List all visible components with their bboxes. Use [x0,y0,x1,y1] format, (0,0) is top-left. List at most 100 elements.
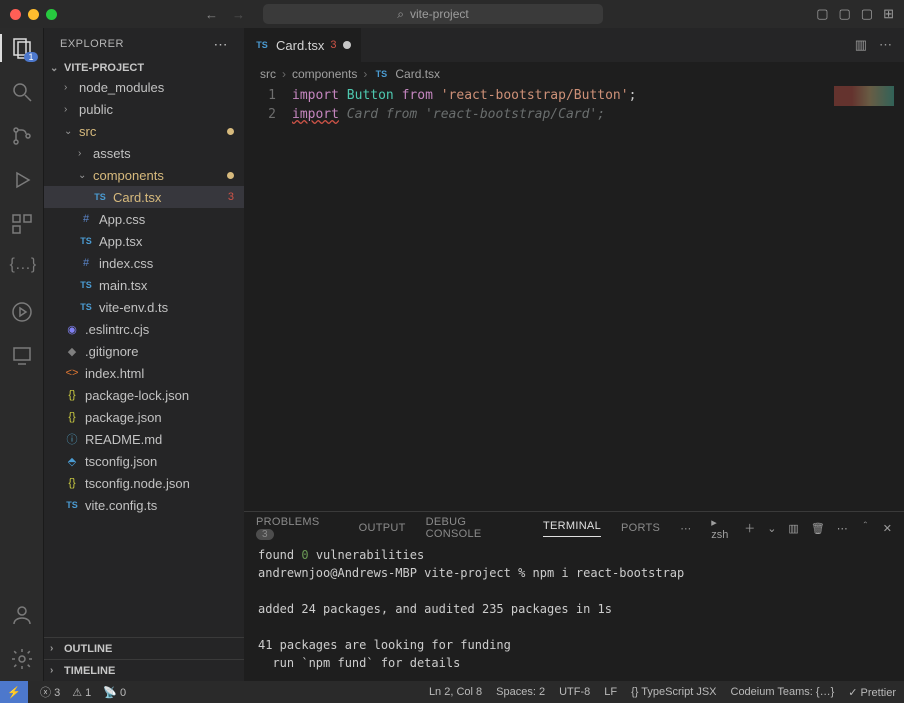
kill-terminal-icon[interactable]: 🗑 [811,522,825,535]
file-tsconfig-node[interactable]: {} tsconfig.node.json [44,472,244,494]
typescript-icon: TS [78,280,94,290]
breadcrumb-separator: › [282,67,286,81]
new-terminal-icon[interactable]: ＋ [744,520,755,536]
code-lines[interactable]: import Button from 'react-bootstrap/Butt… [292,86,904,511]
layout-sidebar-left-icon[interactable]: ▢ [816,6,828,22]
file-gitignore[interactable]: ◆ .gitignore [44,340,244,362]
maximize-panel-icon[interactable]: ＾ [860,520,871,536]
editor-content[interactable]: 1 2 import Button from 'react-bootstrap/… [244,86,904,511]
window-close[interactable] [10,9,21,20]
file-main-tsx[interactable]: TS main.tsx [44,274,244,296]
file-eslintrc[interactable]: ◉ .eslintrc.cjs [44,318,244,340]
json-icon: {} [64,477,80,489]
window-maximize[interactable] [46,9,57,20]
problems-badge: 3 [256,529,274,540]
activity-remote-icon[interactable] [10,344,34,368]
code-line[interactable]: import Card from 'react-bootstrap/Card'; [292,105,904,124]
css-icon: # [78,257,94,269]
tab-card-tsx[interactable]: TS Card.tsx 3 [244,28,362,62]
status-language[interactable]: {} TypeScript JSX [631,686,716,699]
status-warnings[interactable]: ⚠ 1 [72,686,91,699]
nav-back-icon[interactable]: ← [205,7,218,22]
editor-more-icon[interactable]: ⋯ [879,37,892,53]
tab-debug-console[interactable]: DEBUG CONSOLE [426,516,523,540]
layout-customize-icon[interactable]: ⊞ [883,6,894,22]
file-app-tsx[interactable]: TS App.tsx [44,230,244,252]
chevron-right-icon: › [64,104,74,115]
outline-label: OUTLINE [64,643,112,655]
split-terminal-icon[interactable]: ▥ [788,522,798,535]
code-line[interactable]: import Button from 'react-bootstrap/Butt… [292,86,904,105]
layout-panel-icon[interactable]: ▢ [839,6,851,22]
activity-extensions-icon[interactable] [10,212,34,236]
folder-components[interactable]: ⌄ components [44,164,244,186]
tab-problems[interactable]: PROBLEMS 3 [256,516,339,540]
breadcrumb-segment[interactable]: src [260,67,276,81]
folder-src[interactable]: ⌄ src [44,120,244,142]
window-minimize[interactable] [28,9,39,20]
status-cursor[interactable]: Ln 2, Col 8 [429,686,482,699]
breadcrumb[interactable]: src › components › TS Card.tsx [244,62,904,86]
split-editor-icon[interactable]: ▥ [855,37,867,53]
status-eol[interactable]: LF [604,686,617,699]
terminal-profile[interactable]: ▸ zsh [711,516,732,541]
tab-ports[interactable]: PORTS [621,522,660,534]
file-label: tsconfig.node.json [85,476,190,491]
typescript-icon: TS [78,302,94,312]
status-indentation[interactable]: Spaces: 2 [496,686,545,699]
line-number: 1 [244,86,276,105]
activity-search-icon[interactable] [10,80,34,104]
activity-accounts-icon[interactable] [10,603,34,627]
file-tsconfig[interactable]: ⬘ tsconfig.json [44,450,244,472]
file-vite-config[interactable]: TS vite.config.ts [44,494,244,516]
file-index-html[interactable]: <> index.html [44,362,244,384]
file-readme[interactable]: ⓘ README.md [44,428,244,450]
command-center[interactable]: ⌕ vite-project [263,4,603,24]
terminal-output[interactable]: found 0 vulnerabilities andrewnjoo@Andre… [244,544,904,681]
activity-git-icon[interactable] [10,124,34,148]
breadcrumb-segment[interactable]: components [292,67,357,81]
status-encoding[interactable]: UTF-8 [559,686,590,699]
panel-more-icon[interactable]: ⋯ [680,522,691,535]
file-vite-env[interactable]: TS vite-env.d.ts [44,296,244,318]
breadcrumb-segment[interactable]: Card.tsx [395,67,440,81]
minimap[interactable] [834,86,894,106]
file-card-tsx[interactable]: TS Card.tsx 3 [44,186,244,208]
file-label: package-lock.json [85,388,189,403]
nav-forward-icon[interactable]: → [232,7,245,22]
activity-live-icon[interactable] [10,300,34,324]
terminal-dropdown-icon[interactable]: ⌄ [767,522,776,535]
status-radio[interactable]: 📡 0 [103,686,126,699]
folder-node-modules[interactable]: › node_modules [44,76,244,98]
project-root[interactable]: ⌄ VITE-PROJECT [44,60,244,76]
folder-assets[interactable]: › assets [44,142,244,164]
activity-json-icon[interactable]: {…} [10,256,34,280]
explorer-header: EXPLORER ⋯ [44,28,244,60]
close-panel-icon[interactable]: ✕ [883,522,892,535]
file-app-css[interactable]: # App.css [44,208,244,230]
folder-public[interactable]: › public [44,98,244,120]
file-label: index.css [99,256,153,271]
timeline-section[interactable]: › TIMELINE [44,659,244,681]
tab-output[interactable]: OUTPUT [359,522,406,534]
explorer-title: EXPLORER [60,38,124,50]
explorer-more-icon[interactable]: ⋯ [214,36,229,53]
activity-explorer-icon[interactable]: 1 [10,36,34,60]
file-index-css[interactable]: # index.css [44,252,244,274]
remote-indicator[interactable]: ⚡ [0,681,28,703]
chevron-down-icon: ⌄ [64,126,74,137]
outline-section[interactable]: › OUTLINE [44,637,244,659]
layout-sidebar-right-icon[interactable]: ▢ [861,6,873,22]
tab-terminal[interactable]: TERMINAL [543,520,601,537]
status-codeium[interactable]: Codeium Teams: {…} [731,686,835,699]
activity-settings-icon[interactable] [10,647,34,671]
status-prettier[interactable]: ✓ Prettier [848,686,896,699]
explorer-sidebar: EXPLORER ⋯ ⌄ VITE-PROJECT › node_modules… [44,28,244,681]
file-package-lock[interactable]: {} package-lock.json [44,384,244,406]
file-label: README.md [85,432,162,447]
terminal-more-icon[interactable]: ⋯ [837,522,848,535]
status-errors[interactable]: ⓧ 3 [40,684,60,700]
activity-bar: 1 {…} [0,28,44,681]
file-package-json[interactable]: {} package.json [44,406,244,428]
activity-debug-icon[interactable] [10,168,34,192]
